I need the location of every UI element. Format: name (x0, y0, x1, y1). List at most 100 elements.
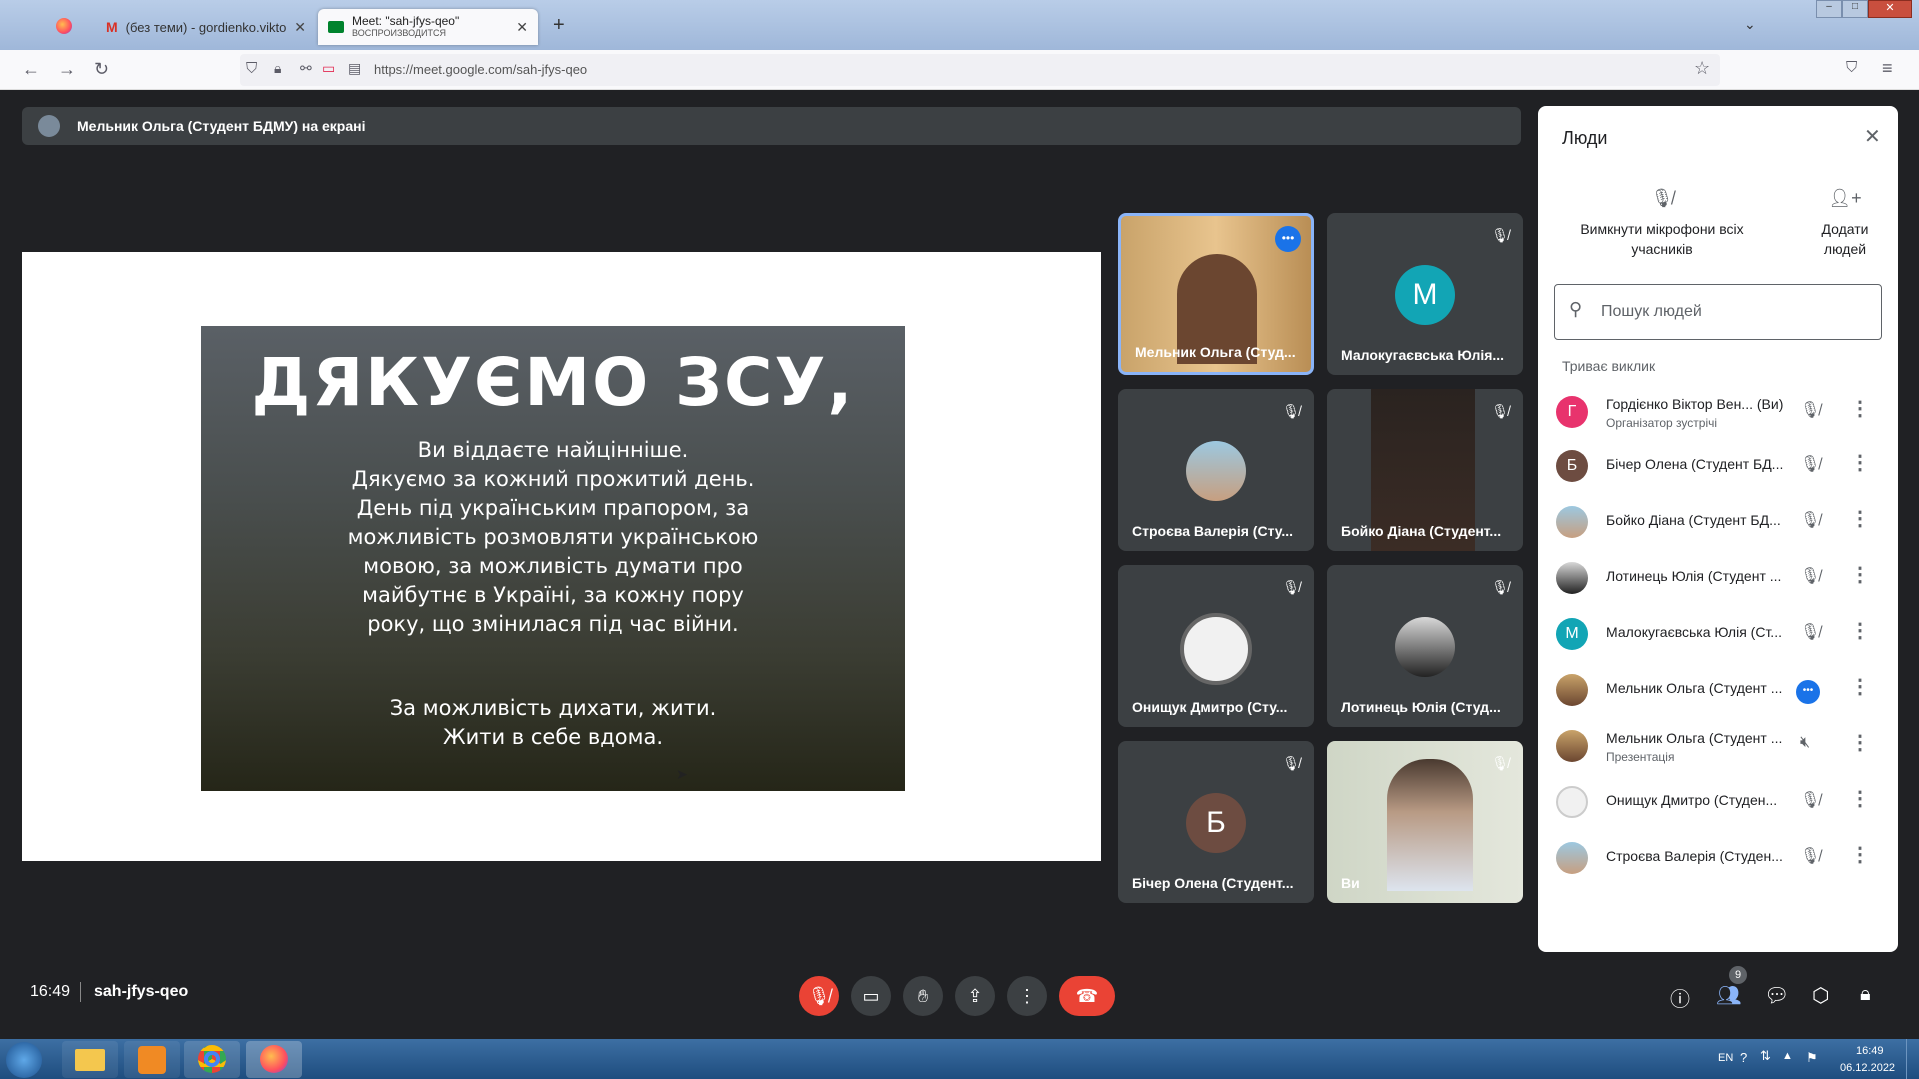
participant-name: Онищук Дмитро (Студен... (1606, 792, 1778, 808)
participant-row[interactable]: Мельник Ольга (Студент ... ••• ⋮ (1538, 664, 1898, 716)
tray-expand-icon[interactable]: ▲ (1782, 1050, 1793, 1062)
language-indicator[interactable]: EN (1718, 1052, 1733, 1064)
explorer-taskbar-button[interactable] (62, 1041, 118, 1078)
tray-flag-icon[interactable]: ⚑ (1806, 1050, 1818, 1066)
camera-toggle-button[interactable]: ▭ (851, 976, 891, 1016)
participant-tile[interactable]: 🎙︎̸ Бойко Діана (Студент... (1327, 389, 1523, 551)
meeting-time: 16:49 (30, 983, 71, 1000)
participant-row[interactable]: Б Бічер Олена (Студент БД... 🎙︎̸ ⋮ (1538, 440, 1898, 492)
participant-tile[interactable]: 🎙︎̸ М Малокугаєвська Юлія... (1327, 213, 1523, 375)
gmail-icon: M (106, 19, 118, 35)
shield-icon[interactable]: ⛉ (246, 61, 257, 76)
clock-time[interactable]: 16:49 (1856, 1045, 1884, 1057)
more-options-icon[interactable]: ⋮ (1850, 842, 1870, 867)
participant-tile[interactable]: 🎙︎̸ Ви (1327, 741, 1523, 903)
participant-row[interactable]: М Малокугаєвська Юлія (Ст... 🎙︎̸ ⋮ (1538, 608, 1898, 660)
close-window-button[interactable]: ✕ (1868, 0, 1912, 18)
participant-tile[interactable]: 🎙︎̸ Лотинець Юлія (Студ... (1327, 565, 1523, 727)
participant-avatar: М (1395, 265, 1455, 325)
participant-role: Презентація (1606, 750, 1675, 764)
participant-tile[interactable]: ••• Мельник Ольга (Студ... (1118, 213, 1314, 375)
url-text[interactable]: https://meet.google.com/sah-jfys-qeo (374, 62, 587, 77)
minimize-button[interactable]: – (1816, 0, 1842, 18)
mic-off-icon[interactable]: 🎙︎̸ (1800, 790, 1820, 810)
more-options-button[interactable]: ⋮ (1007, 976, 1047, 1016)
participant-name: Малокугаєвська Юлія (Ст... (1606, 624, 1782, 640)
participant-row[interactable]: Лотинець Юлія (Студент ... 🎙︎̸ ⋮ (1538, 552, 1898, 604)
more-options-icon[interactable]: ••• (1275, 226, 1301, 252)
mic-off-icon[interactable]: 🎙︎̸ (1800, 846, 1820, 866)
participant-name: Бойко Діана (Студент... (1341, 523, 1502, 539)
mic-off-icon[interactable]: 🎙︎̸ (1800, 566, 1820, 586)
menu-icon[interactable]: ≡ (1882, 59, 1893, 77)
participant-row[interactable]: Бойко Діана (Студент БД... 🎙︎̸ ⋮ (1538, 496, 1898, 548)
more-options-icon[interactable]: ⋮ (1850, 786, 1870, 811)
close-tab-icon[interactable]: ✕ (294, 19, 306, 36)
participant-row[interactable]: Строєва Валерія (Студен... 🎙︎̸ ⋮ (1538, 832, 1898, 884)
participant-video (1387, 759, 1473, 891)
tab-playing-label: ВОСПРОИЗВОДИТСЯ (352, 27, 446, 38)
permissions-icon[interactable]: ⚯ (300, 61, 312, 75)
close-tab-icon[interactable]: ✕ (516, 19, 528, 36)
reader-view-icon[interactable]: ▤ (348, 61, 361, 75)
mic-off-icon[interactable]: 🎙︎̸ (1800, 622, 1820, 642)
more-options-icon[interactable]: ⋮ (1850, 506, 1870, 531)
more-options-icon[interactable]: ⋮ (1850, 730, 1870, 755)
camera-sharing-icon[interactable]: ▭ (322, 61, 335, 75)
help-icon[interactable]: ? (1740, 1050, 1747, 1065)
lock-icon[interactable]: 🔒︎ (274, 61, 281, 75)
forward-icon[interactable]: → (58, 60, 76, 78)
participant-row[interactable]: Г Гордієнко Віктор Вен... (Ви) Організат… (1538, 386, 1898, 438)
more-options-icon[interactable]: ⋮ (1850, 674, 1870, 699)
back-icon[interactable]: ← (22, 60, 40, 78)
more-options-icon[interactable]: ⋮ (1850, 396, 1870, 421)
show-desktop-button[interactable] (1906, 1039, 1919, 1079)
tab-list-icon[interactable]: ⌄ (1744, 16, 1756, 33)
present-screen-button[interactable]: ⇪ (955, 976, 995, 1016)
participant-avatar (1556, 674, 1588, 706)
network-icon[interactable]: ⇅ (1760, 1048, 1771, 1064)
participant-row[interactable]: Онищук Дмитро (Студен... 🎙︎̸ ⋮ (1538, 776, 1898, 828)
tab-gmail[interactable]: M (без теми) - gordienko.viktor@ ✕ (96, 9, 316, 45)
participant-tile[interactable]: 🎙︎̸ Б Бічер Олена (Студент... (1118, 741, 1314, 903)
search-people-field[interactable]: ⚲ Пошук людей (1554, 284, 1882, 340)
participant-row[interactable]: Мельник Ольга (Студент ... Презентація 🔇… (1538, 720, 1898, 772)
audio-off-icon[interactable]: 🔇︎ (1800, 734, 1810, 752)
mic-off-icon[interactable]: 🎙︎̸ (1800, 400, 1820, 420)
tab-meet[interactable]: Meet: "sah-jfys-qeo" ВОСПРОИЗВОДИТСЯ ✕ (318, 9, 538, 45)
chat-icon[interactable]: 💬︎ (1764, 983, 1789, 1008)
pdf-taskbar-button[interactable] (124, 1041, 180, 1078)
more-options-icon[interactable]: ⋮ (1850, 618, 1870, 643)
reload-icon[interactable]: ↻ (94, 60, 109, 78)
slide-closing-line: За можливість дихати, жити. (389, 696, 717, 720)
pocket-icon[interactable]: ⛉ (1846, 60, 1857, 75)
section-label: Триває виклик (1562, 358, 1656, 374)
new-tab-button[interactable]: + (553, 14, 565, 37)
slide-body-line: Дякуємо за кожний прожитий день. (351, 467, 755, 491)
clock-date[interactable]: 06.12.2022 (1840, 1062, 1895, 1074)
more-options-icon[interactable]: ⋮ (1850, 562, 1870, 587)
chrome-taskbar-button[interactable] (184, 1041, 240, 1078)
host-controls-icon[interactable]: 🔒︎ (1860, 983, 1871, 1006)
add-people-button[interactable]: 👤︎+ Додати людей (1800, 188, 1890, 259)
slide-heading: ДЯКУЄМО ЗСУ, (251, 344, 855, 421)
participant-tile[interactable]: 🎙︎̸ Строєва Валерія (Сту... (1118, 389, 1314, 551)
start-button[interactable] (6, 1042, 42, 1078)
firefox-taskbar-button[interactable] (246, 1041, 302, 1078)
participant-tile[interactable]: 🎙︎̸ Онищук Дмитро (Сту... (1118, 565, 1314, 727)
people-icon[interactable]: 👥︎ (1716, 983, 1741, 1008)
mute-all-button[interactable]: 🎙︎̸ Вимкнути мікрофони всіх учасників (1562, 188, 1762, 259)
more-options-icon[interactable]: ⋮ (1850, 450, 1870, 475)
participant-avatar: Б (1186, 793, 1246, 853)
activities-icon[interactable]: ⬡ (1812, 983, 1829, 1008)
mic-toggle-button[interactable]: 🎙︎̸ (799, 976, 839, 1016)
firefox-view-icon[interactable] (56, 18, 72, 34)
meeting-info-icon[interactable]: ⓘ (1670, 983, 1690, 1012)
maximize-button[interactable]: □ (1842, 0, 1868, 18)
leave-call-button[interactable]: ☎︎ (1059, 976, 1115, 1016)
mic-off-icon[interactable]: 🎙︎̸ (1800, 510, 1820, 530)
mic-off-icon[interactable]: 🎙︎̸ (1800, 454, 1820, 474)
close-icon[interactable]: ✕ (1864, 124, 1881, 149)
bookmark-star-icon[interactable]: ☆ (1694, 59, 1710, 77)
raise-hand-button[interactable]: ✋︎ (903, 976, 943, 1016)
